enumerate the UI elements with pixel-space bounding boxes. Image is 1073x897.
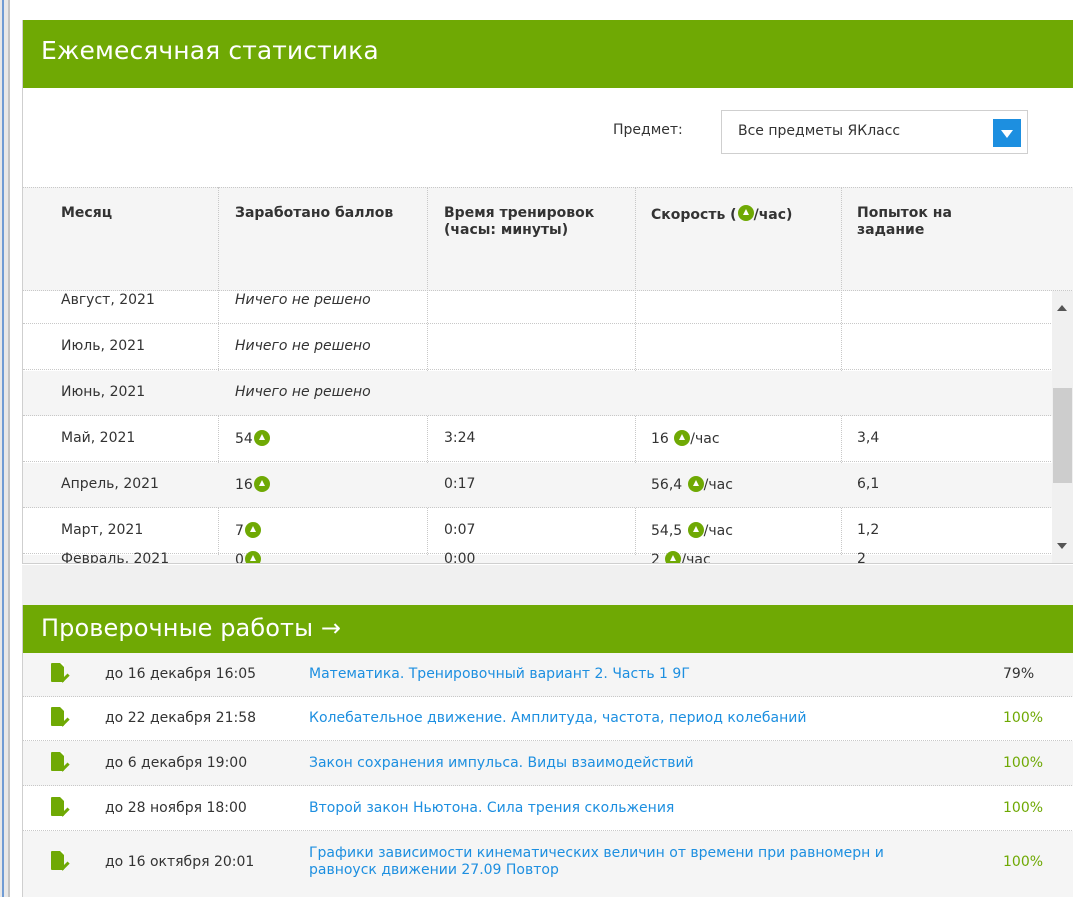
monthly-stats-panel: Ежемесячная статистика Предмет: Все пред… <box>22 20 1073 564</box>
test-deadline: до 6 декабря 19:00 <box>105 755 248 771</box>
points-coin-icon <box>253 430 270 446</box>
list-item: до 28 ноября 18:00 Второй закон Ньютона.… <box>23 786 1073 831</box>
table-row: Апрель, 2021 16 0:17 56,4 /час 6,1 <box>23 463 1053 508</box>
tests-title[interactable]: Проверочные работы → <box>23 605 1073 653</box>
test-link[interactable]: Второй закон Ньютона. Сила трения скольж… <box>309 800 929 817</box>
test-deadline: до 28 ноября 18:00 <box>105 800 247 816</box>
points-coin-icon <box>244 551 261 563</box>
col-speed-suffix: /час) <box>753 207 793 223</box>
tests-panel: Проверочные работы → до 16 декабря 16:05… <box>22 605 1073 897</box>
stats-scrollbar[interactable] <box>1052 291 1073 563</box>
col-speed: Скорость ( /час) <box>651 188 831 291</box>
attempts-cell: 6,1 <box>857 476 880 492</box>
month-cell: Март, 2021 <box>61 522 144 538</box>
points-coin-icon <box>674 430 691 446</box>
col-month: Месяц <box>61 205 113 221</box>
table-row: Июнь, 2021 Ничего не решено <box>23 371 1053 416</box>
col-time: Время тренировок (часы: минуты) <box>444 205 595 238</box>
subject-filter: Предмет: Все предметы ЯКласс <box>613 110 1073 158</box>
attempts-cell: 1,2 <box>857 522 880 538</box>
scroll-down-icon[interactable] <box>1057 543 1067 549</box>
month-cell: Май, 2021 <box>61 430 136 446</box>
window-frame-left <box>0 0 10 897</box>
points-cell: Ничего не решено <box>235 338 371 354</box>
points-cell: Ничего не решено <box>235 384 371 400</box>
list-item: до 16 декабря 16:05 Математика. Трениров… <box>23 653 1073 697</box>
stats-table-header: Месяц Заработано баллов Время тренировок… <box>23 187 1073 291</box>
table-row: Февраль, 2021 0 0:00 2 /час 2 <box>23 551 1053 563</box>
points-coin-icon <box>253 476 270 492</box>
month-cell: Август, 2021 <box>61 292 155 308</box>
speed-cell: 56,4 /час <box>651 476 733 493</box>
points-coin-icon <box>665 551 682 563</box>
time-cell: 0:00 <box>444 551 476 563</box>
test-deadline: до 22 декабря 21:58 <box>105 710 257 726</box>
test-score: 100% <box>1003 854 1044 870</box>
subject-select[interactable]: Все предметы ЯКласс <box>721 110 1028 154</box>
scroll-thumb[interactable] <box>1053 388 1072 483</box>
time-cell: 3:24 <box>444 430 476 446</box>
list-item: до 16 октября 20:01 Графики зависимости … <box>23 831 1073 897</box>
points-coin-icon <box>244 522 261 538</box>
test-score: 100% <box>1003 755 1044 771</box>
test-document-icon <box>51 663 70 685</box>
speed-cell: 2 /час <box>651 551 711 563</box>
attempts-cell: 2 <box>857 551 866 563</box>
points-cell: 7 <box>235 522 261 539</box>
table-row: Май, 2021 54 3:24 16 /час 3,4 <box>23 417 1053 462</box>
points-cell: 0 <box>235 551 261 563</box>
test-link[interactable]: Закон сохранения импульса. Виды взаимоде… <box>309 755 929 772</box>
col-points: Заработано баллов <box>235 205 394 221</box>
speed-cell: 54,5 /час <box>651 522 733 539</box>
col-speed-label: Скорость ( <box>651 207 737 223</box>
time-cell: 0:17 <box>444 476 476 492</box>
list-item: до 6 декабря 19:00 Закон сохранения импу… <box>23 741 1073 786</box>
subject-filter-label: Предмет: <box>613 122 683 138</box>
month-cell: Июнь, 2021 <box>61 384 146 400</box>
attempts-cell: 3,4 <box>857 430 880 446</box>
list-item: до 22 декабря 21:58 Колебательное движен… <box>23 697 1073 741</box>
month-cell: Июль, 2021 <box>61 338 145 354</box>
test-document-icon <box>51 797 70 819</box>
points-coin-icon <box>687 522 704 538</box>
monthly-stats-title: Ежемесячная статистика <box>23 20 1073 88</box>
time-cell: 0:07 <box>444 522 476 538</box>
test-link[interactable]: Графики зависимости кинематических велич… <box>309 845 889 879</box>
month-cell: Апрель, 2021 <box>61 476 159 492</box>
test-score: 79% <box>1003 666 1035 682</box>
points-cell: Ничего не решено <box>235 292 371 308</box>
col-attempts: Попыток на задание <box>857 205 952 238</box>
month-cell: Февраль, 2021 <box>61 551 170 563</box>
dropdown-arrow-icon[interactable] <box>993 119 1021 147</box>
points-cell: 16 <box>235 476 270 493</box>
test-link[interactable]: Математика. Тренировочный вариант 2. Час… <box>309 666 929 683</box>
points-coin-icon <box>687 476 704 492</box>
stats-table-body[interactable]: Август, 2021 Ничего не решено Июль, 2021… <box>23 291 1053 563</box>
test-link[interactable]: Колебательное движение. Амплитуда, часто… <box>309 710 929 727</box>
test-score: 100% <box>1003 710 1044 726</box>
table-row: Июль, 2021 Ничего не решено <box>23 325 1053 370</box>
scroll-up-icon[interactable] <box>1057 305 1067 311</box>
speed-cell: 16 /час <box>651 430 720 447</box>
test-deadline: до 16 декабря 16:05 <box>105 666 257 682</box>
panel-gap <box>22 565 1073 605</box>
test-document-icon <box>51 752 70 774</box>
table-row: Август, 2021 Ничего не решено <box>23 291 1053 324</box>
points-coin-icon <box>737 205 754 221</box>
test-deadline: до 16 октября 20:01 <box>105 854 255 870</box>
test-document-icon <box>51 707 70 729</box>
test-score: 100% <box>1003 800 1044 816</box>
test-document-icon <box>51 851 70 873</box>
subject-select-value: Все предметы ЯКласс <box>738 123 901 139</box>
points-cell: 54 <box>235 430 270 447</box>
table-row: Март, 2021 7 0:07 54,5 /час 1,2 <box>23 509 1053 554</box>
